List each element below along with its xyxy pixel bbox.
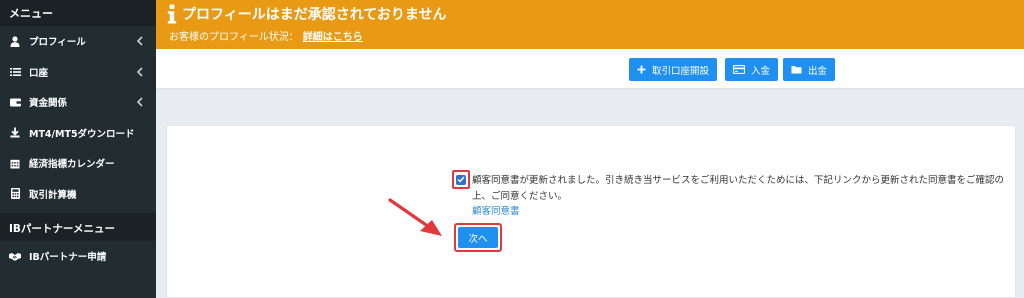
consent-message: 顧客同意書が更新されました。引き続き当サービスをご利用いただくためには、下記リン…: [472, 175, 1005, 202]
checkmark-icon: [457, 176, 465, 183]
sidebar-item-label: 資金関係: [29, 98, 68, 110]
sidebar-item-download[interactable]: MT4/MT5ダウンロード: [0, 118, 156, 149]
sidebar-item-label: MT4/MT5ダウンロード: [29, 128, 135, 140]
next-button[interactable]: 次へ: [458, 227, 498, 248]
open-account-label: 取引口座開設: [652, 65, 710, 77]
sidebar-item-label: 口座: [29, 67, 49, 79]
deposit-button[interactable]: 入金: [725, 58, 779, 81]
open-account-button[interactable]: 取引口座開設: [629, 58, 718, 81]
credit-card-icon: [733, 65, 745, 74]
red-pointer-arrow-icon: [388, 198, 442, 236]
sidebar-item-ib-partner-apply[interactable]: IBパートナー申請: [0, 241, 156, 272]
sidebar-item-account[interactable]: 口座: [0, 57, 156, 88]
info-icon: [167, 4, 177, 24]
folder-icon: [791, 65, 802, 74]
user-icon: [9, 35, 21, 47]
withdraw-button[interactable]: 出金: [783, 58, 836, 81]
banner-status: お客様のプロフィール状況： 詳細はこちら: [169, 28, 363, 43]
list-icon: [9, 66, 21, 78]
calculator-icon: [9, 188, 21, 200]
plus-icon: [637, 65, 646, 74]
sidebar-item-calendar[interactable]: 経済指標カレンダー: [0, 148, 156, 179]
sidebar-item-calculator[interactable]: 取引計算機: [0, 179, 156, 210]
consent-card: 顧客同意書が更新されました。引き続き当サービスをご利用いただくためには、下記リン…: [166, 125, 1016, 298]
profile-status-banner: プロフィールはまだ承認されておりません お客様のプロフィール状況： 詳細はこちら: [156, 0, 1024, 49]
agree-checkbox[interactable]: [456, 174, 466, 185]
sidebar-item-label: プロフィール: [29, 37, 86, 49]
sidebar-item-label: 経済指標カレンダー: [29, 159, 115, 171]
sidebar-header: メニュー: [0, 0, 156, 26]
banner-title: プロフィールはまだ承認されておりません: [182, 7, 447, 23]
sidebar-item-profile[interactable]: プロフィール: [0, 26, 156, 57]
handshake-icon: [9, 250, 21, 262]
sidebar-item-label: 取引計算機: [29, 189, 77, 201]
sidebar-item-funds[interactable]: 資金関係: [0, 87, 156, 118]
chevron-left-icon: [136, 97, 143, 107]
deposit-label: 入金: [751, 65, 771, 77]
wallet-icon: [9, 96, 21, 108]
download-icon: [9, 127, 21, 139]
sidebar-item-label: IBパートナー申請: [29, 252, 107, 264]
status-label: お客様のプロフィール状況：: [169, 32, 299, 43]
chevron-left-icon: [136, 66, 143, 77]
chevron-left-icon: [136, 36, 143, 46]
status-detail-link[interactable]: 詳細はこちら: [303, 32, 363, 43]
partner-menu-header: IBパートナーメニュー: [0, 213, 156, 241]
sidebar: メニュー プロフィール 口座 資金関係 MT4/MT5ダウンロード 経済指標カレ…: [0, 0, 156, 298]
withdraw-label: 出金: [808, 65, 828, 77]
agree-checkbox-highlight[interactable]: [452, 170, 470, 189]
customer-agreement-link[interactable]: 顧客同意書: [472, 203, 520, 217]
action-toolbar: 取引口座開設 入金 出金: [156, 49, 1024, 89]
calendar-icon: [9, 157, 21, 169]
